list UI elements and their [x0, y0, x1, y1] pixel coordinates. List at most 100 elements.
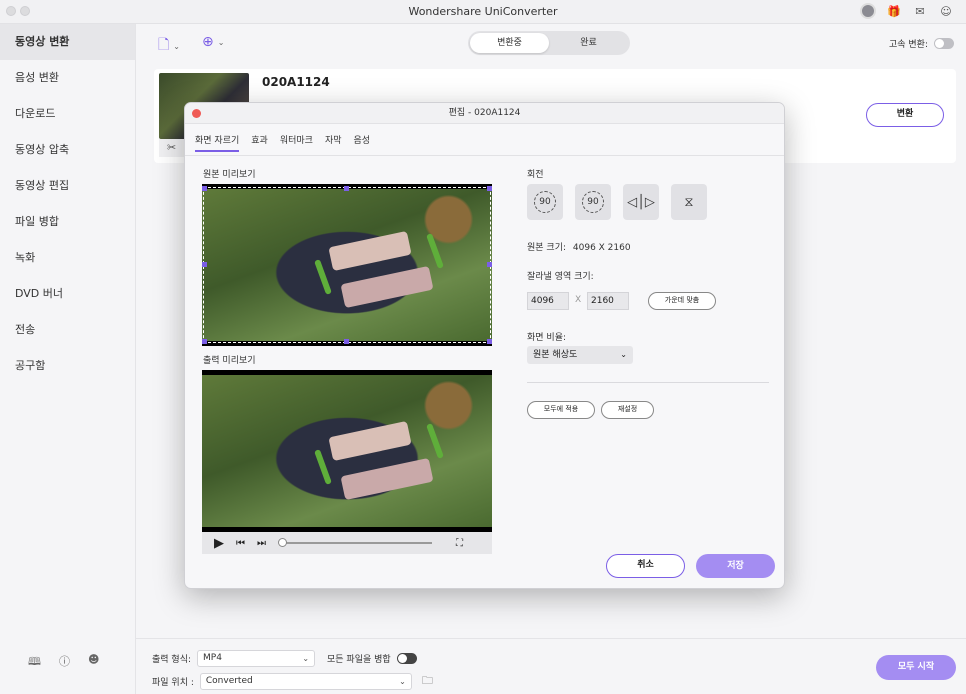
crop-handle[interactable] [344, 339, 349, 344]
sidebar-item-dvd[interactable]: DVD 버너 [0, 276, 135, 312]
crop-handle[interactable] [344, 186, 349, 191]
save-button[interactable]: 저장 [696, 554, 775, 578]
sidebar-item-label: 동영상 압축 [15, 143, 70, 156]
crop-handle[interactable] [202, 186, 207, 191]
crop-size-label: 잘라낼 영역 크기: [527, 272, 594, 282]
sidebar-item-label: 음성 변환 [15, 71, 59, 84]
crop-handle[interactable] [487, 186, 492, 191]
tab-audio[interactable]: 음성 [354, 133, 371, 152]
play-icon[interactable]: ▶ [214, 536, 224, 551]
crop-height-input[interactable]: 2160 [587, 292, 629, 310]
add-file-icon: 🗋 [158, 37, 170, 53]
aspect-label: 화면 비율: [527, 333, 567, 343]
footer: 출력 형식: MP4 ⌄ 모든 파일을 병합 파일 위치 : Converted ⌄… [136, 638, 966, 694]
sidebar-item-label: 녹화 [15, 251, 36, 264]
convert-button[interactable]: 변환 [866, 103, 944, 127]
apply-all-button[interactable]: 모두에 적용 [527, 401, 595, 419]
aspect-select[interactable]: 원본 해상도 ⌄ [527, 346, 633, 364]
original-size-label: 원본 크기: [527, 243, 567, 253]
window-titlebar: Wondershare UniConverter 🎁 ✉ ☺ [0, 0, 966, 24]
account-icon[interactable]: ☻ [88, 653, 99, 672]
high-speed-toggle-group: 고속 변환: [889, 37, 954, 50]
edit-dialog: 편집 - 020A1124 화면 자르기 효과 워터마크 자막 음성 원본 미리… [184, 102, 785, 589]
app-title: Wondershare UniConverter [408, 5, 558, 18]
output-preview [202, 370, 492, 532]
tab-crop[interactable]: 화면 자르기 [195, 133, 240, 152]
sidebar-item-toolbox[interactable]: 공구함 [0, 348, 135, 384]
crop-handle[interactable] [487, 262, 492, 267]
sidebar-item-label: 동영상 편집 [15, 179, 70, 192]
seek-slider[interactable] [278, 538, 432, 547]
merge-toggle[interactable] [396, 653, 417, 664]
tab-subtitle[interactable]: 자막 [325, 133, 342, 152]
high-speed-toggle[interactable] [934, 38, 954, 49]
sidebar-item-compress[interactable]: 동영상 압축 [0, 132, 135, 168]
next-frame-icon[interactable]: ⏭ [257, 538, 266, 549]
center-button[interactable]: 가운데 맞춤 [648, 292, 716, 310]
sidebar-item-video-convert[interactable]: 동영상 변환 [0, 24, 135, 60]
prev-frame-icon[interactable]: ⏮ [236, 538, 245, 549]
crop-handle[interactable] [487, 339, 492, 344]
chat-icon[interactable]: ☺ [938, 3, 954, 19]
crop-width-input[interactable]: 4096 [527, 292, 569, 310]
gift-icon[interactable]: 🎁 [886, 3, 902, 19]
original-size-row: 원본 크기: 4096 X 2160 [527, 240, 631, 253]
output-format-select[interactable]: MP4 ⌄ [197, 650, 316, 667]
sidebar-item-download[interactable]: 다운로드 [0, 96, 135, 132]
dialog-tabs: 화면 자르기 효과 워터마크 자막 음성 [195, 133, 370, 152]
reset-button[interactable]: 재설정 [601, 401, 654, 419]
flip-vertical-button[interactable]: ⧖ [671, 184, 707, 220]
original-size-value: 4096 X 2160 [572, 243, 631, 253]
dialog-close-button[interactable] [192, 109, 201, 118]
merge-label: 모든 파일을 병합 [327, 655, 391, 665]
sidebar-item-record[interactable]: 녹화 [0, 240, 135, 276]
chevron-down-icon: ⌄ [217, 37, 225, 47]
sidebar-item-label: 다운로드 [15, 107, 56, 120]
chevron-down-icon: ⌄ [173, 41, 180, 51]
sidebar-item-label: 동영상 변환 [15, 35, 70, 48]
tab-converting[interactable]: 변환중 [470, 33, 549, 53]
crop-handle[interactable] [202, 262, 207, 267]
output-preview-label: 출력 미리보기 [203, 356, 256, 366]
rotate-right-icon: 90 [582, 191, 604, 213]
sidebar-item-transfer[interactable]: 전송 [0, 312, 135, 348]
help-icon[interactable]: ⓘ [59, 653, 70, 672]
add-file-button[interactable]: 🗋 ⌄ [158, 34, 180, 58]
output-format-label: 출력 형식: [152, 655, 192, 665]
mail-icon[interactable]: ✉ [912, 3, 928, 19]
flip-horizontal-button[interactable]: ◁│▷ [623, 184, 659, 220]
start-all-button[interactable]: 모두 시작 [876, 655, 956, 680]
tab-completed[interactable]: 완료 [549, 33, 628, 53]
original-preview-label: 원본 미리보기 [203, 170, 256, 180]
output-format-value: MP4 [203, 653, 222, 663]
file-location-select[interactable]: Converted ⌄ [199, 673, 412, 690]
crop-handle[interactable] [202, 339, 207, 344]
rotate-right-button[interactable]: 90 [575, 184, 611, 220]
player-controls: ▶ ⏮ ⏭ ⛶ [202, 532, 492, 554]
sidebar-item-label: 공구함 [15, 359, 46, 372]
fullscreen-icon[interactable]: ⛶ [456, 538, 463, 549]
original-preview [202, 184, 492, 346]
tab-watermark[interactable]: 워터마크 [280, 133, 313, 152]
rotate-left-icon: 90 [534, 191, 556, 213]
dialog-title: 편집 - 020A1124 [448, 108, 521, 118]
sidebar: 동영상 변환 음성 변환 다운로드 동영상 압축 동영상 편집 파일 병합 녹화… [0, 24, 136, 694]
aspect-value: 원본 해상도 [533, 350, 578, 360]
tab-effects[interactable]: 효과 [251, 133, 268, 152]
sidebar-item-label: 전송 [15, 323, 36, 336]
rotate-left-button[interactable]: 90 [527, 184, 563, 220]
book-icon[interactable]: 🕮 [28, 653, 41, 672]
sidebar-item-audio-convert[interactable]: 음성 변환 [0, 60, 135, 96]
folder-icon[interactable]: 🗀 [422, 672, 433, 691]
cancel-button[interactable]: 취소 [606, 554, 685, 578]
rotation-label: 회전 [527, 170, 544, 180]
high-speed-label: 고속 변환: [888, 40, 928, 50]
add-media-button[interactable]: ⊕ ⌄ [202, 34, 224, 50]
sidebar-item-edit[interactable]: 동영상 편집 [0, 168, 135, 204]
crop-frame[interactable] [203, 187, 491, 343]
status-segment: 변환중 완료 [468, 31, 630, 55]
sidebar-item-merge[interactable]: 파일 병합 [0, 204, 135, 240]
sidebar-item-label: 파일 병합 [15, 215, 59, 228]
avatar-icon[interactable] [860, 3, 876, 19]
add-media-icon: ⊕ [202, 34, 214, 50]
